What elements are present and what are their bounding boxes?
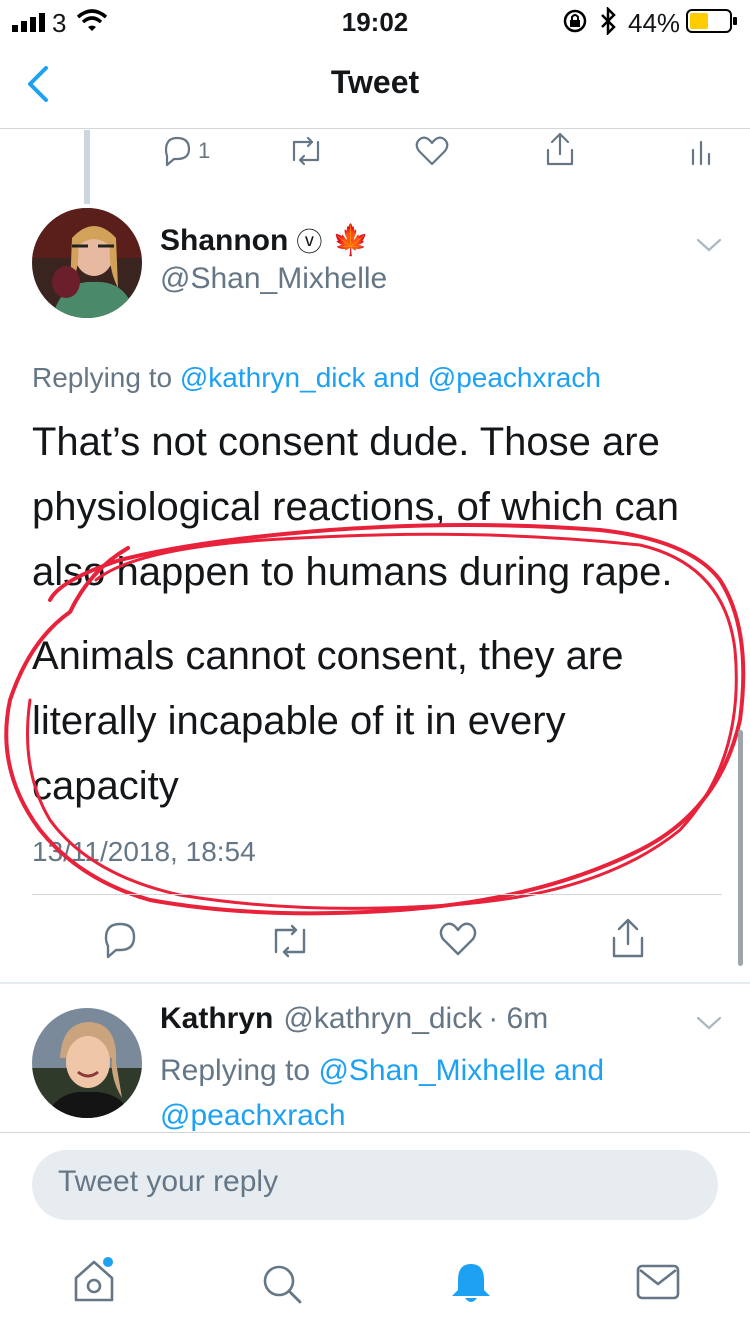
home-icon[interactable]	[72, 1256, 116, 1306]
avatar-image	[32, 1008, 142, 1118]
avatar-image	[32, 208, 142, 318]
replying-prefix: Replying to	[160, 1054, 311, 1087]
maple-leaf-emoji: 🍁	[332, 224, 370, 257]
tweet-menu-chevron-icon[interactable]	[696, 236, 722, 254]
reply-icon[interactable]	[100, 920, 140, 960]
search-icon[interactable]	[260, 1262, 304, 1306]
prev-retweet-icon[interactable]	[286, 134, 326, 168]
page-title: Tweet	[330, 64, 420, 100]
share-icon[interactable]	[608, 916, 648, 960]
reply-replying-to: Replying to @Shan_Mixhelle and @peachxra…	[160, 1048, 680, 1138]
battery-icon	[686, 9, 737, 33]
replying-prefix: Replying to	[32, 362, 173, 393]
tweet-text-paragraph-1: That’s not consent dude. Those are physi…	[32, 420, 680, 594]
tweet-separator	[0, 982, 750, 984]
author-handle[interactable]: @kathryn_dick	[283, 1002, 482, 1036]
reply-author-line: Kathryn @kathryn_dick · 6m	[160, 1002, 548, 1036]
avatar[interactable]	[32, 1008, 142, 1118]
tweet-time: · 6m	[488, 1002, 549, 1035]
verified-glyph: ⓥ	[296, 227, 323, 257]
author-line: Shannon ⓥ 🍁	[160, 222, 370, 259]
prev-share-icon[interactable]	[542, 130, 578, 168]
tweet-text-paragraph-2: Animals cannot consent, they are literal…	[32, 634, 624, 808]
retweet-icon[interactable]	[268, 922, 312, 960]
battery-percentage: 44%	[628, 8, 681, 38]
composer-divider	[0, 1132, 750, 1133]
thread-line	[84, 130, 90, 204]
mention-link[interactable]: @kathryn_dick	[180, 362, 366, 393]
author-name[interactable]: Kathryn	[160, 1002, 273, 1036]
tweet-timestamp: 13/11/2018, 18:54	[32, 836, 256, 867]
actions-divider	[32, 894, 722, 895]
rotation-lock-icon	[563, 9, 587, 33]
notifications-icon[interactable]	[450, 1260, 492, 1306]
prev-analytics-icon[interactable]	[690, 138, 714, 166]
author-handle[interactable]: @Shan_Mixhelle	[160, 262, 387, 296]
replying-and[interactable]: and	[373, 362, 420, 393]
prev-reply-button[interactable]: 1	[160, 134, 210, 168]
reply-count: 1	[198, 138, 211, 163]
header-divider	[0, 128, 750, 129]
avatar[interactable]	[32, 208, 142, 318]
replying-and[interactable]: and	[554, 1054, 604, 1087]
messages-icon[interactable]	[636, 1264, 680, 1300]
replying-to: Replying to @kathryn_dick and @peachxrac…	[32, 362, 732, 394]
reply-placeholder: Tweet your reply	[58, 1165, 279, 1198]
mention-link[interactable]: @peachxrach	[160, 1099, 346, 1132]
tab-bar	[0, 1244, 750, 1334]
reply-icon	[164, 136, 191, 167]
prev-like-icon[interactable]	[414, 134, 450, 168]
author-name[interactable]: Shannon	[160, 224, 288, 258]
scrollbar[interactable]	[738, 730, 743, 966]
reply-menu-chevron-icon[interactable]	[696, 1014, 722, 1032]
status-bar: 3 19:02 44%	[0, 0, 750, 40]
bluetooth-icon	[601, 7, 616, 35]
like-icon[interactable]	[438, 920, 478, 958]
mention-link[interactable]: @Shan_Mixhelle	[318, 1054, 545, 1087]
mention-link[interactable]: @peachxrach	[428, 362, 601, 393]
